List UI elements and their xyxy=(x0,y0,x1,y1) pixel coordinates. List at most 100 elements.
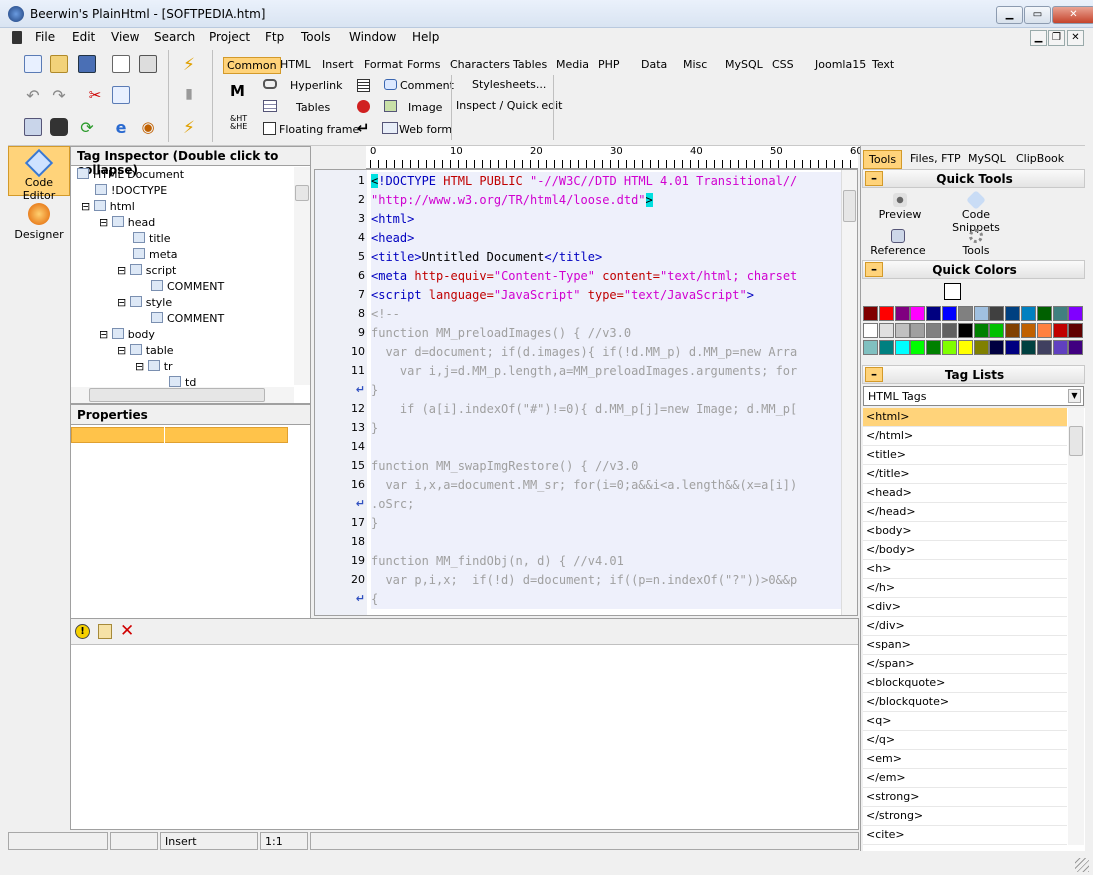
cut-icon[interactable]: ✂ xyxy=(86,86,104,104)
menu-edit[interactable]: Edit xyxy=(72,30,95,44)
tag-list-dropdown[interactable]: HTML Tags ▼ xyxy=(863,386,1084,406)
color-swatch[interactable] xyxy=(1068,306,1084,321)
color-swatch[interactable] xyxy=(894,340,910,355)
code-line[interactable]: var i,x,a=document.MM_sr; for(i=0;a&&i<a… xyxy=(371,476,841,495)
designer-button[interactable]: Designer xyxy=(8,200,70,248)
warning-icon[interactable]: ! xyxy=(75,624,90,639)
tag-list-item[interactable]: </blockquote> xyxy=(863,693,1067,712)
editor-vscroll-thumb[interactable] xyxy=(843,190,856,222)
color-swatch[interactable] xyxy=(1036,340,1052,355)
tag-list-item[interactable]: <head> xyxy=(863,484,1067,503)
code-line[interactable] xyxy=(371,533,841,552)
color-swatch[interactable] xyxy=(910,340,926,355)
tag-list-item[interactable]: <em> xyxy=(863,750,1067,769)
tag-list-item[interactable]: <span> xyxy=(863,636,1067,655)
code-line[interactable]: <!DOCTYPE HTML PUBLIC "-//W3C//DTD HTML … xyxy=(371,172,841,191)
tab-php[interactable]: PHP xyxy=(595,57,623,74)
redo-icon[interactable]: ↷ xyxy=(50,86,68,105)
color-swatch[interactable] xyxy=(989,323,1005,338)
editor-vscroll[interactable] xyxy=(841,170,857,615)
code-line[interactable]: function MM_preloadImages() { //v3.0 xyxy=(371,324,841,343)
color-swatch[interactable] xyxy=(957,340,973,355)
tag-list-item[interactable]: <title> xyxy=(863,446,1067,465)
reference-tool[interactable]: Reference xyxy=(863,229,933,257)
code-line[interactable]: function MM_findObj(n, d) { //v4.01 xyxy=(371,552,841,571)
color-swatch[interactable] xyxy=(973,306,989,321)
color-swatch[interactable] xyxy=(878,323,894,338)
code-line[interactable]: <html> xyxy=(371,210,841,229)
code-line[interactable]: var i,j=d.MM_p.length,a=MM_preloadImages… xyxy=(371,362,841,381)
code-line[interactable]: <title>Untitled Document</title> xyxy=(371,248,841,267)
code-line[interactable]: var d=document; if(d.images){ if(!d.MM_p… xyxy=(371,343,841,362)
tag-list-item[interactable]: </strong> xyxy=(863,807,1067,826)
tag-inspector-title[interactable]: Tag Inspector (Double click to collapse) xyxy=(71,147,310,177)
color-swatch[interactable] xyxy=(863,323,878,338)
tag-list-vscroll[interactable] xyxy=(1068,408,1084,845)
code-line[interactable] xyxy=(371,438,841,457)
color-swatch[interactable] xyxy=(1052,306,1068,321)
notes-icon[interactable] xyxy=(98,624,112,639)
tab-mysql-right[interactable]: MySQL xyxy=(963,150,1011,169)
tag-list-item[interactable]: <html> xyxy=(863,408,1067,427)
color-swatch[interactable] xyxy=(989,306,1005,321)
tree-hscroll-thumb[interactable] xyxy=(89,388,265,402)
clear-icon[interactable]: ✕ xyxy=(120,621,134,641)
tree-node[interactable]: meta xyxy=(133,248,178,261)
tree-node[interactable]: HTML Document xyxy=(77,168,184,181)
color-swatch[interactable] xyxy=(894,323,910,338)
tree-node[interactable]: !DOCTYPE xyxy=(95,184,167,197)
tree-vscroll[interactable] xyxy=(294,167,310,385)
tag-list-item[interactable]: </title> xyxy=(863,465,1067,484)
tree-node[interactable]: ⊟ tr xyxy=(135,360,173,373)
tag-list-item[interactable]: </div> xyxy=(863,617,1067,636)
hyperlink-button[interactable]: Hyperlink xyxy=(290,79,343,92)
tab-misc[interactable]: Misc xyxy=(680,57,710,74)
save-icon[interactable] xyxy=(78,55,96,73)
tag-list-item[interactable]: </em> xyxy=(863,769,1067,788)
floating-frame-button[interactable]: Floating frame xyxy=(279,123,359,136)
tag-list-item[interactable]: </body> xyxy=(863,541,1067,560)
copy-icon[interactable] xyxy=(112,86,130,104)
tab-clipbook[interactable]: ClipBook xyxy=(1011,150,1069,169)
tab-text[interactable]: Text xyxy=(869,57,897,74)
tables-button[interactable]: Tables xyxy=(296,101,330,114)
color-swatch[interactable] xyxy=(1021,306,1036,321)
tab-tables[interactable]: Tables xyxy=(510,57,550,74)
color-swatch[interactable] xyxy=(926,306,942,321)
tag-list-item[interactable]: </html> xyxy=(863,427,1067,446)
tag-list-item[interactable]: </q> xyxy=(863,731,1067,750)
color-swatch[interactable] xyxy=(989,340,1005,355)
inspect-quick-edit-button[interactable]: Inspect / Quick edit xyxy=(456,99,562,112)
code-line[interactable]: <script language="JavaScript" type="text… xyxy=(371,286,841,305)
tree-node[interactable]: COMMENT xyxy=(151,280,224,293)
tree-node[interactable]: ⊟ head xyxy=(99,216,155,229)
code-line[interactable]: { xyxy=(371,590,841,609)
color-swatch[interactable] xyxy=(894,306,910,321)
color-swatch[interactable] xyxy=(878,306,894,321)
stylesheets-button[interactable]: Stylesheets... xyxy=(472,78,546,91)
close-button[interactable]: ✕ xyxy=(1052,6,1093,24)
refresh-icon[interactable]: ⟳ xyxy=(78,118,96,137)
code-line[interactable]: var p,i,x; if(!d) d=document; if((p=n.in… xyxy=(371,571,841,590)
tree-vscroll-thumb[interactable] xyxy=(295,185,309,201)
code-editor-button[interactable]: Code Editor xyxy=(8,146,70,202)
tab-css[interactable]: CSS xyxy=(769,57,797,74)
color-swatch[interactable] xyxy=(1005,340,1021,355)
color-swatch[interactable] xyxy=(942,323,957,338)
tag-lists-header[interactable]: – Tag Lists xyxy=(862,365,1085,384)
tag-list-item[interactable]: <body> xyxy=(863,522,1067,541)
tag-list-item[interactable]: <blockquote> xyxy=(863,674,1067,693)
tree-node[interactable]: ⊟ table xyxy=(117,344,174,357)
tag-list-vscroll-thumb[interactable] xyxy=(1069,426,1083,456)
menu-search[interactable]: Search xyxy=(154,30,195,44)
code-line[interactable]: function MM_swapImgRestore() { //v3.0 xyxy=(371,457,841,476)
tab-data[interactable]: Data xyxy=(638,57,670,74)
color-swatch[interactable] xyxy=(910,306,926,321)
color-swatch[interactable] xyxy=(957,306,973,321)
cylinder-icon[interactable]: ▮ xyxy=(180,86,198,104)
mdi-minimize-button[interactable]: ▁ xyxy=(1030,30,1047,46)
color-swatch[interactable] xyxy=(910,323,926,338)
code-line[interactable]: <meta http-equiv="Content-Type" content=… xyxy=(371,267,841,286)
tag-list-item[interactable]: </span> xyxy=(863,655,1067,674)
tree-node[interactable]: COMMENT xyxy=(151,312,224,325)
